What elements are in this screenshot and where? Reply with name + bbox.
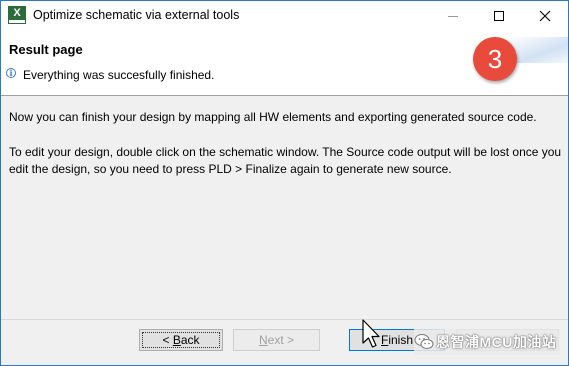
edit-note-paragraph: To edit your design, double click on the… [9, 145, 562, 176]
window-title: Optimize schematic via external tools [33, 8, 240, 22]
minimize-icon [448, 16, 458, 17]
status-message: Everything was succesfully finished. [23, 68, 215, 82]
finish-label: inish [388, 333, 414, 347]
step-badge: 3 [473, 37, 517, 81]
instruction-paragraph: Now you can finish your design by mappin… [9, 110, 537, 124]
header-divider [1, 95, 568, 96]
title-bar[interactable]: X Optimize schematic via external tools [1, 1, 568, 31]
close-button[interactable] [522, 1, 568, 31]
info-icon: i [6, 68, 16, 78]
close-icon [539, 10, 551, 22]
watermark: 恩智浦MCU加油站 [414, 329, 561, 355]
mouse-cursor-icon [362, 319, 380, 348]
page-title: Result page [9, 42, 83, 57]
next-label: ext [267, 333, 284, 347]
wizard-header: Result page i Everything was succesfully… [1, 31, 568, 95]
back-arrow: < [162, 333, 173, 347]
next-mnemonic: N [258, 333, 268, 347]
next-button[interactable]: Next > [233, 329, 320, 351]
header-decoration [509, 37, 568, 63]
app-icon-letter: X [13, 7, 21, 19]
xilinx-app-icon: X [8, 6, 26, 24]
maximize-button[interactable] [476, 1, 522, 31]
maximize-icon [494, 11, 504, 21]
dialog-window: X Optimize schematic via external tools … [0, 0, 569, 366]
back-mnemonic: B [172, 333, 181, 347]
minimize-button[interactable] [430, 1, 476, 31]
watermark-text: 恩智浦MCU加油站 [436, 334, 557, 350]
next-arrow: > [283, 333, 295, 347]
back-button[interactable]: < Back [139, 329, 223, 351]
footer-divider [1, 319, 568, 320]
wechat-icon [414, 334, 434, 349]
back-label: ack [180, 333, 200, 347]
